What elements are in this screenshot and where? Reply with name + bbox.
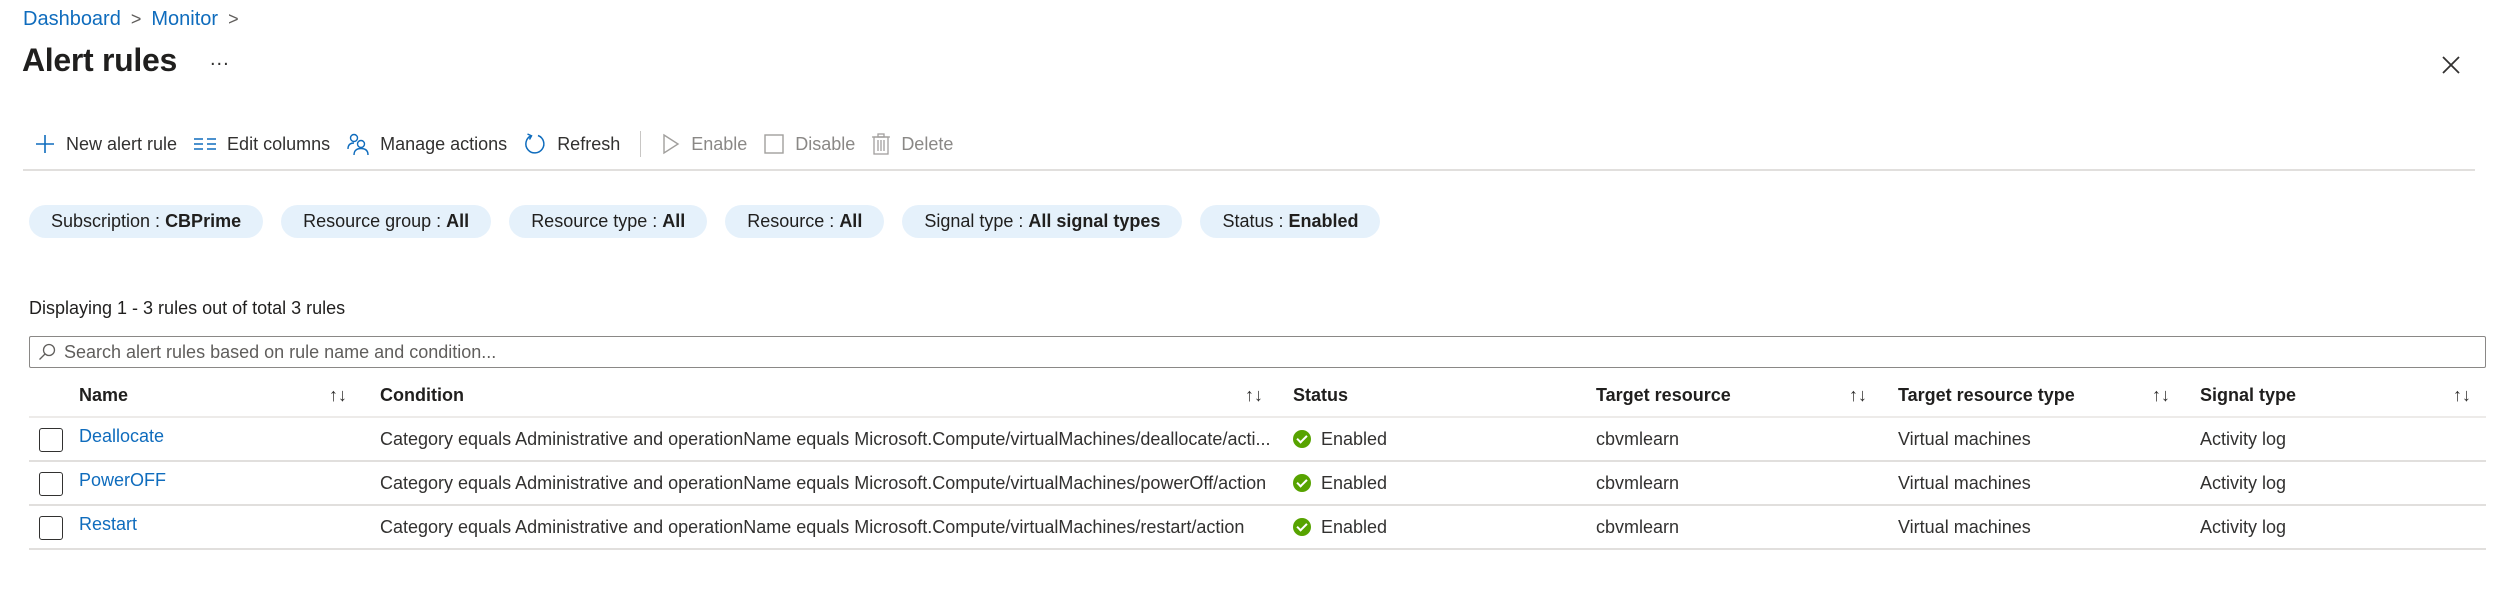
rule-signal-type: Activity log (2200, 428, 2287, 449)
rule-condition: Category equals Administrative and opera… (380, 472, 1267, 493)
filter-label: Status : (1222, 211, 1284, 231)
edit-columns-label: Edit columns (227, 133, 331, 154)
enable-button[interactable]: Enable (653, 126, 755, 162)
search-box (29, 336, 2486, 368)
rule-condition: Category equals Administrative and opera… (380, 516, 1245, 537)
refresh-button[interactable]: Refresh (515, 126, 628, 162)
search-icon (39, 343, 56, 360)
filter-signal-type[interactable]: Signal type : All signal types (902, 205, 1183, 238)
alert-rules-table: Name ↑↓ Condition ↑↓ Status Target resou… (29, 372, 2486, 550)
filter-value: All (446, 211, 470, 231)
rule-signal-type: Activity log (2200, 472, 2287, 493)
play-icon (663, 133, 680, 155)
rule-target-resource-type: Virtual machines (1898, 472, 2031, 493)
manage-actions-button[interactable]: Manage actions (338, 126, 515, 162)
toolbar-divider (640, 131, 642, 157)
rule-status: Enabled (1293, 462, 1387, 504)
close-icon (2442, 56, 2460, 74)
rule-target-resource-type: Virtual machines (1898, 428, 2031, 449)
refresh-icon (525, 133, 545, 154)
filter-subscription[interactable]: Subscription : CBPrime (29, 205, 264, 238)
filter-value: CBPrime (165, 211, 242, 231)
filter-status[interactable]: Status : Enabled (1200, 205, 1381, 238)
disable-label: Disable (795, 133, 856, 154)
close-button[interactable] (2438, 52, 2464, 78)
result-count: Displaying 1 - 3 rules out of total 3 ru… (29, 298, 346, 318)
toolbar-divider-line (23, 169, 2475, 171)
more-options-button[interactable]: ... (210, 48, 230, 71)
status-text: Enabled (1321, 428, 1388, 449)
people-icon (347, 133, 369, 156)
filter-bar: Subscription : CBPrime Resource group : Al… (29, 205, 1381, 238)
delete-button[interactable]: Delete (863, 126, 961, 162)
enable-label: Enable (691, 133, 748, 154)
sort-icon[interactable]: ↑↓ (329, 372, 347, 418)
row-checkbox[interactable] (39, 516, 63, 540)
filter-resource[interactable]: Resource : All (725, 205, 885, 238)
check-circle-icon (1293, 430, 1311, 448)
row-checkbox[interactable] (39, 472, 63, 496)
breadcrumb-monitor[interactable]: Monitor (151, 8, 218, 31)
check-circle-icon (1293, 518, 1311, 536)
chevron-right-icon: > (228, 8, 239, 29)
sort-icon[interactable]: ↑↓ (2453, 372, 2471, 418)
filter-label: Resource type : (531, 211, 658, 231)
table-row[interactable]: Deallocate Category equals Administrativ… (29, 418, 2486, 462)
table-header: Name ↑↓ Condition ↑↓ Status Target resou… (29, 372, 2486, 418)
column-header-target-resource[interactable]: Target resource (1596, 372, 1731, 418)
rule-target-resource: cbvmlearn (1596, 472, 1680, 493)
filter-value: All (839, 211, 863, 231)
filter-value: All signal types (1028, 211, 1161, 231)
columns-icon (194, 138, 217, 150)
column-header-signal-type[interactable]: Signal type (2200, 372, 2296, 418)
stop-icon (764, 134, 784, 154)
sort-icon[interactable]: ↑↓ (1849, 372, 1867, 418)
filter-value: All (662, 211, 686, 231)
rule-name-link[interactable]: Restart (79, 514, 137, 535)
filter-label: Resource : (747, 211, 835, 231)
breadcrumb: Dashboard > Monitor > (23, 6, 249, 32)
column-header-name[interactable]: Name (79, 372, 128, 418)
filter-resource-type[interactable]: Resource type : All (509, 205, 708, 238)
new-alert-rule-button[interactable]: New alert rule (26, 126, 185, 162)
column-header-condition[interactable]: Condition (380, 372, 464, 418)
rule-condition: Category equals Administrative and opera… (380, 428, 1271, 449)
status-text: Enabled (1321, 516, 1388, 537)
rule-name-link[interactable]: PowerOFF (79, 470, 166, 491)
disable-button[interactable]: Disable (755, 126, 863, 162)
rule-name-link[interactable]: Deallocate (79, 426, 164, 447)
chevron-right-icon: > (130, 8, 142, 29)
delete-label: Delete (901, 133, 954, 154)
filter-label: Signal type : (924, 211, 1024, 231)
rule-status: Enabled (1293, 418, 1387, 460)
manage-actions-label: Manage actions (380, 133, 508, 154)
rule-target-resource: cbvmlearn (1596, 428, 1680, 449)
row-checkbox[interactable] (39, 428, 63, 452)
new-alert-rule-label: New alert rule (66, 133, 178, 154)
rule-status: Enabled (1293, 506, 1387, 548)
sort-icon[interactable]: ↑↓ (1245, 372, 1263, 418)
command-bar: New alert rule Edit columns Manage actio… (26, 126, 961, 162)
filter-value: Enabled (1288, 211, 1359, 231)
filter-label: Subscription : (51, 211, 161, 231)
trash-icon (872, 133, 891, 155)
status-text: Enabled (1321, 472, 1388, 493)
filter-label: Resource group : (303, 211, 442, 231)
breadcrumb-dashboard[interactable]: Dashboard (23, 8, 121, 31)
filter-resource-group[interactable]: Resource group : All (281, 205, 492, 238)
sort-icon[interactable]: ↑↓ (2152, 372, 2170, 418)
rule-target-resource-type: Virtual machines (1898, 516, 2031, 537)
edit-columns-button[interactable]: Edit columns (185, 126, 338, 162)
rule-target-resource: cbvmlearn (1596, 516, 1680, 537)
search-input[interactable] (62, 340, 2462, 364)
column-header-target-resource-type[interactable]: Target resource type (1898, 372, 2075, 418)
refresh-label: Refresh (557, 133, 621, 154)
column-header-status[interactable]: Status (1293, 372, 1348, 418)
check-circle-icon (1293, 474, 1311, 492)
table-row[interactable]: PowerOFF Category equals Administrative … (29, 462, 2486, 506)
table-row[interactable]: Restart Category equals Administrative a… (29, 506, 2486, 550)
plus-icon (36, 135, 54, 153)
rule-signal-type: Activity log (2200, 516, 2287, 537)
page-title: Alert rules (22, 42, 177, 78)
